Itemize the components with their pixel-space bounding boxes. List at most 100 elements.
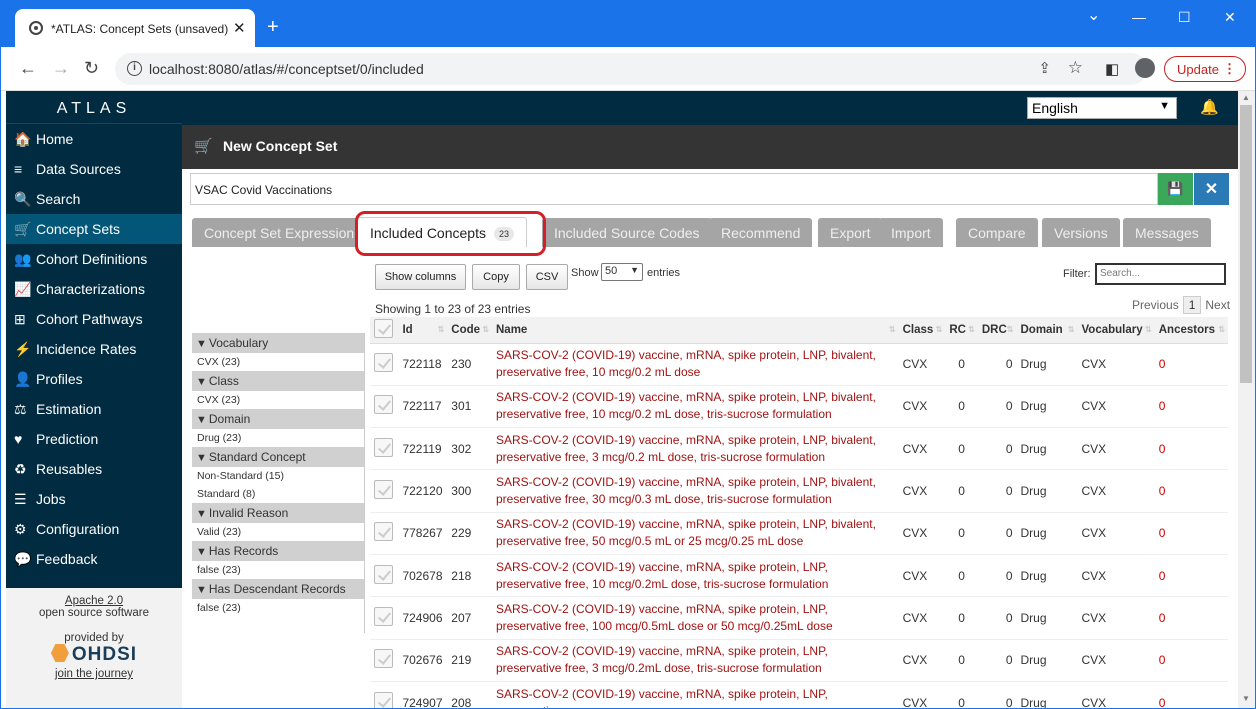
column-header[interactable]: Vocabulary ⇅ [1077, 317, 1155, 344]
facet-value[interactable]: CVX (23) [192, 391, 364, 409]
concept-name-link[interactable]: SARS-COV-2 (COVID-19) vaccine, mRNA, spi… [492, 512, 899, 555]
column-header[interactable]: RC ⇅ [945, 317, 978, 344]
tab-included-source-codes[interactable]: Included Source Codes [542, 218, 712, 247]
ancestors-link[interactable]: 0 [1154, 512, 1228, 555]
column-header[interactable]: Code ⇅ [447, 317, 492, 344]
close-button[interactable]: ✕ [1194, 173, 1229, 205]
concept-name-link[interactable]: SARS-COV-2 (COVID-19) vaccine, mRNA, spi… [492, 596, 899, 640]
ancestors-link[interactable]: 0 [1154, 639, 1228, 682]
page-number[interactable]: 1 [1182, 296, 1202, 314]
save-button[interactable]: 💾 [1158, 173, 1193, 205]
concept-name-link[interactable]: SARS-COV-2 (COVID-19) vaccine, mRNA, spi… [492, 343, 899, 386]
facet-value[interactable]: false (23) [192, 561, 364, 579]
facet-header[interactable]: ▼ Invalid Reason [192, 503, 364, 523]
page-size-select[interactable]: 50 ▼ [601, 263, 643, 281]
concept-name-link[interactable]: SARS-COV-2 (COVID-19) vaccine, mRNA, spi… [492, 469, 899, 513]
previous-page-link[interactable]: Previous [1132, 298, 1179, 312]
facet-value[interactable]: false (23) [192, 599, 364, 617]
update-button[interactable]: Update ⋮ [1164, 56, 1246, 82]
sidebar-item-feedback[interactable]: 💬 Feedback [6, 544, 182, 574]
concept-name-link[interactable]: SARS-COV-2 (COVID-19) vaccine, mRNA, spi… [492, 681, 899, 708]
ancestors-link[interactable]: 0 [1154, 681, 1228, 708]
row-checkbox[interactable] [374, 480, 393, 500]
column-header[interactable]: DRC ⇅ [977, 317, 1017, 344]
sidebar-item-search[interactable]: 🔍 Search [6, 184, 182, 214]
scroll-up-icon[interactable]: ▲ [1242, 93, 1250, 102]
ancestors-link[interactable]: 0 [1154, 343, 1228, 386]
tab-search-icon[interactable]: ⌄ [1087, 5, 1100, 25]
ancestors-link[interactable]: 0 [1154, 596, 1228, 640]
license-link[interactable]: Apache 2.0 [65, 595, 123, 607]
filter-input[interactable]: Search... [1095, 263, 1226, 285]
tab-recommend[interactable]: Recommend [709, 218, 813, 247]
column-header[interactable]: Domain ⇅ [1016, 317, 1078, 344]
close-window-button[interactable]: ✕ [1224, 9, 1236, 26]
sidebar-item-cohort-definitions[interactable]: 👥 Cohort Definitions [6, 244, 182, 274]
facet-value[interactable]: Valid (23) [192, 523, 364, 541]
sidebar-item-estimation[interactable]: ⚖ Estimation [6, 394, 182, 424]
sidebar-item-reusables[interactable]: ♻ Reusables [6, 454, 182, 484]
column-header[interactable]: Name ⇅ [492, 317, 899, 344]
new-tab-button[interactable]: + [267, 17, 279, 37]
ancestors-link[interactable]: 0 [1154, 469, 1228, 513]
facet-header[interactable]: ▼ Domain [192, 409, 364, 429]
facet-header[interactable]: ▼ Vocabulary [192, 333, 364, 353]
tab-export[interactable]: Export [818, 218, 883, 247]
tab-versions[interactable]: Versions [1042, 218, 1120, 247]
concept-name-link[interactable]: SARS-COV-2 (COVID-19) vaccine, mRNA, spi… [492, 639, 899, 682]
tab-compare[interactable]: Compare [956, 218, 1038, 247]
row-checkbox[interactable] [374, 353, 393, 373]
column-header[interactable]: Id ⇅ [398, 317, 448, 344]
sidebar-item-incidence-rates[interactable]: ⚡ Incidence Rates [6, 334, 182, 364]
sidebar-item-characterizations[interactable]: 📈 Characterizations [6, 274, 182, 304]
maximize-button[interactable]: ☐ [1178, 9, 1191, 26]
join-journey-link[interactable]: join the journey [55, 668, 133, 680]
row-checkbox[interactable] [374, 437, 393, 457]
sidebar-item-configuration[interactable]: ⚙ Configuration [6, 514, 182, 544]
csv-button[interactable]: CSV [526, 264, 568, 290]
tab-concept-set-expression[interactable]: Concept Set Expression [192, 218, 367, 247]
forward-arrow-icon[interactable]: → [52, 58, 70, 79]
scroll-down-icon[interactable]: ▼ [1242, 694, 1250, 703]
site-info-icon[interactable]: i [127, 61, 142, 76]
next-page-link[interactable]: Next [1205, 298, 1230, 312]
sidebar-item-concept-sets[interactable]: 🛒 Concept Sets [6, 214, 182, 244]
share-icon[interactable]: ⇪ [1038, 59, 1051, 77]
column-header[interactable]: Ancestors ⇅ [1154, 317, 1228, 344]
concept-name-link[interactable]: SARS-COV-2 (COVID-19) vaccine, mRNA, spi… [492, 554, 899, 598]
facet-value[interactable]: Non-Standard (15) [192, 467, 364, 485]
concept-set-name-input[interactable]: VSAC Covid Vaccinations [190, 173, 1158, 205]
reload-icon[interactable]: ↻ [84, 58, 99, 79]
facet-header[interactable]: ▼ Standard Concept [192, 447, 364, 467]
tab-messages[interactable]: Messages [1123, 218, 1211, 247]
sidebar-item-profiles[interactable]: 👤 Profiles [6, 364, 182, 394]
sidebar-item-home[interactable]: 🏠 Home [6, 124, 182, 154]
tab-import[interactable]: Import [879, 218, 943, 247]
side-panel-icon[interactable]: ◧ [1105, 60, 1119, 78]
row-checkbox[interactable] [374, 649, 393, 669]
ancestors-link[interactable]: 0 [1154, 427, 1228, 471]
facet-header[interactable]: ▼ Has Records [192, 541, 364, 561]
facet-value[interactable]: Standard (8) [192, 485, 364, 503]
concept-name-link[interactable]: SARS-COV-2 (COVID-19) vaccine, mRNA, spi… [492, 427, 899, 471]
concept-name-link[interactable]: SARS-COV-2 (COVID-19) vaccine, mRNA, spi… [492, 385, 899, 429]
facet-value[interactable]: CVX (23) [192, 353, 364, 371]
show-columns-button[interactable]: Show columns [375, 264, 466, 290]
row-checkbox[interactable] [374, 606, 393, 626]
row-checkbox[interactable] [374, 564, 393, 584]
select-all-checkbox[interactable] [374, 318, 393, 338]
sidebar-item-prediction[interactable]: ♥ Prediction [6, 424, 182, 454]
ancestors-link[interactable]: 0 [1154, 554, 1228, 598]
vertical-scrollbar[interactable]: ▲ ▼ [1238, 91, 1255, 708]
row-checkbox[interactable] [374, 691, 393, 708]
ancestors-link[interactable]: 0 [1154, 385, 1228, 429]
back-arrow-icon[interactable]: ← [19, 58, 37, 79]
minimize-button[interactable]: — [1132, 9, 1146, 25]
sidebar-item-data-sources[interactable]: ≡ Data Sources [6, 154, 182, 184]
column-header[interactable] [370, 317, 399, 344]
browser-tab[interactable]: *ATLAS: Concept Sets (unsaved) ✕ [15, 9, 255, 47]
language-select[interactable]: English ▼ [1027, 97, 1177, 119]
facet-value[interactable]: Drug (23) [192, 429, 364, 447]
sidebar-item-cohort-pathways[interactable]: ⊞ Cohort Pathways [6, 304, 182, 334]
bookmark-star-icon[interactable]: ☆ [1068, 58, 1083, 78]
